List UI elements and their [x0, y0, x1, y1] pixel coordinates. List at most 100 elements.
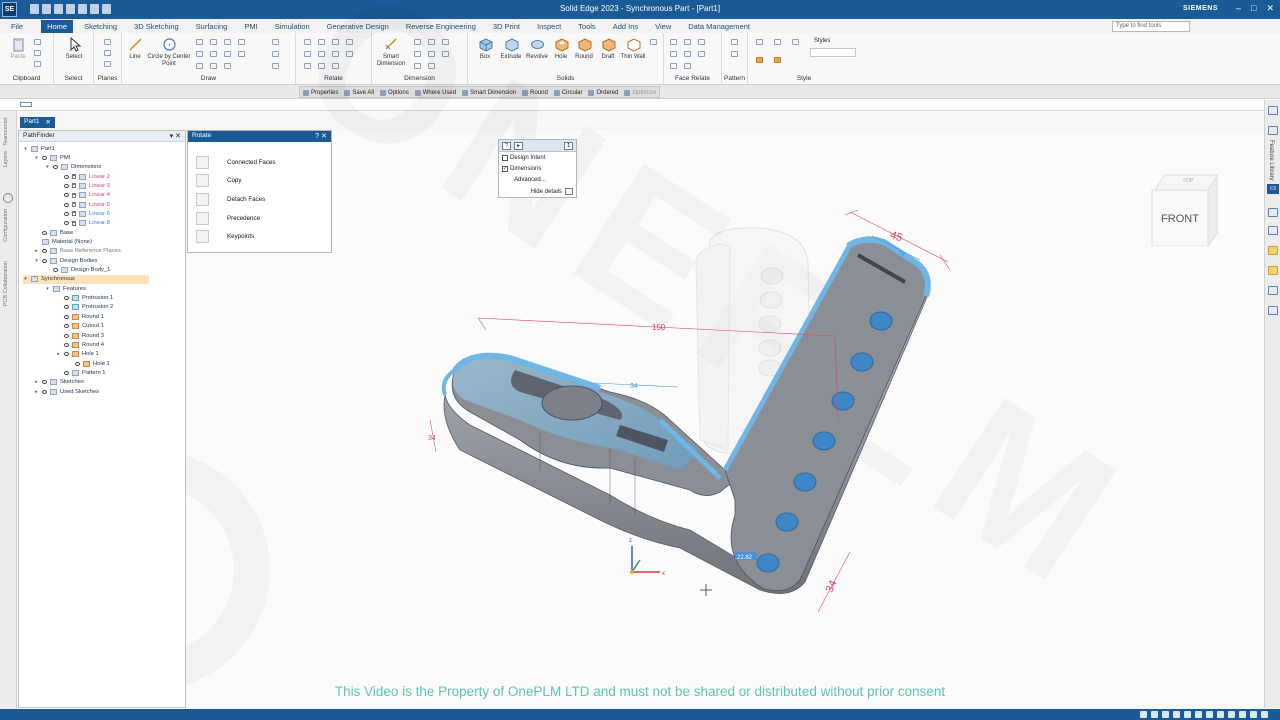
tree-item[interactable]: Base: [34, 228, 73, 237]
offset-icon[interactable]: [224, 51, 231, 57]
construction-icon[interactable]: [272, 39, 279, 45]
copy-icon[interactable]: [34, 50, 41, 56]
dimension-150[interactable]: 150: [652, 323, 666, 332]
lock-icon[interactable]: [72, 192, 76, 198]
lock-icon[interactable]: [72, 220, 76, 226]
tree-item[interactable]: Round 1: [56, 312, 104, 321]
project-icon[interactable]: [272, 51, 279, 57]
tab-pmi[interactable]: PMI: [244, 22, 257, 31]
status-icon[interactable]: [1217, 711, 1224, 718]
visibility-icon[interactable]: [64, 324, 69, 329]
tab-inspect[interactable]: Inspect: [537, 22, 561, 31]
visibility-icon[interactable]: [42, 389, 47, 394]
expand-toggle-icon[interactable]: ▸: [56, 351, 61, 357]
tree-item[interactable]: Round 3: [56, 331, 104, 340]
find-tools-input[interactable]: Type to find tools: [1112, 21, 1190, 32]
visibility-icon[interactable]: [42, 230, 47, 235]
tree-item[interactable]: Hole 1: [67, 359, 110, 368]
status-icon[interactable]: [1250, 711, 1257, 718]
polygon-icon[interactable]: [196, 51, 203, 57]
pcb-collaboration-tab[interactable]: PCB Collaboration: [3, 261, 9, 306]
ellipse-icon[interactable]: [210, 51, 217, 57]
status-icon[interactable]: [1228, 711, 1235, 718]
visibility-icon[interactable]: [64, 305, 69, 310]
status-icon[interactable]: [1261, 711, 1268, 718]
tree-item[interactable]: Linear 6: [56, 209, 110, 218]
l-bracket-part[interactable]: [441, 236, 931, 594]
tool-icon[interactable]: [1268, 306, 1278, 315]
tree-item[interactable]: Linear 4: [56, 191, 110, 200]
expand-toggle-icon[interactable]: ▸: [34, 389, 39, 395]
round-button[interactable]: Round: [572, 37, 596, 61]
face-relate-icon[interactable]: [684, 51, 691, 57]
visibility-icon[interactable]: [42, 258, 47, 263]
dimension-45[interactable]: 45: [889, 229, 904, 244]
face-relate-icon[interactable]: [684, 63, 691, 69]
tab-sketching[interactable]: Sketching: [84, 22, 117, 31]
status-icon[interactable]: [1162, 711, 1169, 718]
dimension-34-mid[interactable]: 34: [630, 383, 638, 390]
visibility-icon[interactable]: [64, 352, 69, 357]
tab-tools[interactable]: Tools: [578, 22, 596, 31]
trim-icon[interactable]: [238, 39, 245, 45]
pathfinder-close-icon[interactable]: ▾ ✕: [170, 132, 181, 140]
cut-icon[interactable]: [34, 39, 41, 45]
status-icon[interactable]: [1173, 711, 1180, 718]
visibility-icon[interactable]: [64, 221, 69, 226]
tree-item[interactable]: ▾ Dimensions: [45, 163, 101, 172]
visibility-icon[interactable]: [75, 361, 80, 366]
visibility-icon[interactable]: [64, 342, 69, 347]
tree-item[interactable]: Linear 8: [56, 219, 110, 228]
teamcenter-tab[interactable]: Teamcenter: [3, 117, 9, 146]
status-icon[interactable]: [1195, 711, 1202, 718]
settings-icon[interactable]: [3, 193, 13, 203]
expand-toggle-icon[interactable]: ▸: [34, 379, 39, 385]
tab-file[interactable]: File: [11, 22, 23, 31]
help-icon[interactable]: ?: [502, 142, 511, 150]
tree-item[interactable]: ▸ Sketches: [34, 378, 84, 387]
tree-item[interactable]: Protrusion 1: [56, 294, 113, 303]
tree-item[interactable]: Linear 5: [56, 200, 110, 209]
plane-icon[interactable]: [104, 61, 111, 67]
tree-item[interactable]: ▾ PMI: [34, 153, 70, 162]
dimension-34-bottom[interactable]: 34: [824, 578, 840, 594]
tree-item[interactable]: Design Body_1: [45, 266, 110, 275]
face-relate-icon[interactable]: [684, 39, 691, 45]
visibility-icon[interactable]: [53, 268, 58, 273]
hide-details-button[interactable]: Hide details: [531, 188, 573, 195]
face-relate-icon[interactable]: [698, 39, 705, 45]
cmd-optimize[interactable]: Optimize: [621, 87, 659, 97]
minimize-button[interactable]: –: [1236, 3, 1241, 14]
expand-toggle-icon[interactable]: ▾: [45, 164, 50, 170]
tab-home[interactable]: Home: [41, 19, 74, 33]
face-relate-icon[interactable]: [670, 51, 677, 57]
face-relate-icon[interactable]: [670, 63, 677, 69]
expand-toggle-icon[interactable]: ▾: [23, 276, 28, 282]
mirror-icon[interactable]: [238, 51, 245, 57]
advanced-link[interactable]: Advanced...: [514, 177, 546, 183]
live-dimension-value[interactable]: 22.82: [737, 555, 753, 561]
visibility-icon[interactable]: [64, 211, 69, 216]
feature-library-icon[interactable]: [1268, 126, 1278, 135]
lock-icon[interactable]: [72, 211, 76, 217]
visibility-icon[interactable]: [53, 165, 58, 170]
style-icon[interactable]: [792, 39, 799, 45]
tree-item[interactable]: Linear 3: [56, 181, 110, 190]
visibility-icon[interactable]: [42, 155, 47, 160]
lock-icon[interactable]: [72, 174, 76, 180]
pattern-icon[interactable]: [731, 39, 738, 45]
expand-toggle-icon[interactable]: ▾: [23, 146, 28, 152]
document-tab[interactable]: Part1 ✕: [20, 117, 55, 128]
visibility-icon[interactable]: [64, 333, 69, 338]
tree-item[interactable]: Protrusion 2: [56, 303, 113, 312]
tab-simulation[interactable]: Simulation: [275, 22, 310, 31]
plane-icon[interactable]: [104, 50, 111, 56]
view-cube[interactable]: FRONT TOP: [1150, 168, 1218, 246]
tree-item[interactable]: Pattern 1: [56, 368, 106, 377]
line-button[interactable]: Line: [124, 37, 146, 61]
tree-item[interactable]: Round 4: [56, 340, 104, 349]
relate-icon[interactable]: [304, 39, 311, 45]
rectangle-icon[interactable]: [210, 39, 217, 45]
tree-item[interactable]: ▾ Design Bodies: [34, 256, 97, 265]
pattern-icon[interactable]: [731, 51, 738, 57]
